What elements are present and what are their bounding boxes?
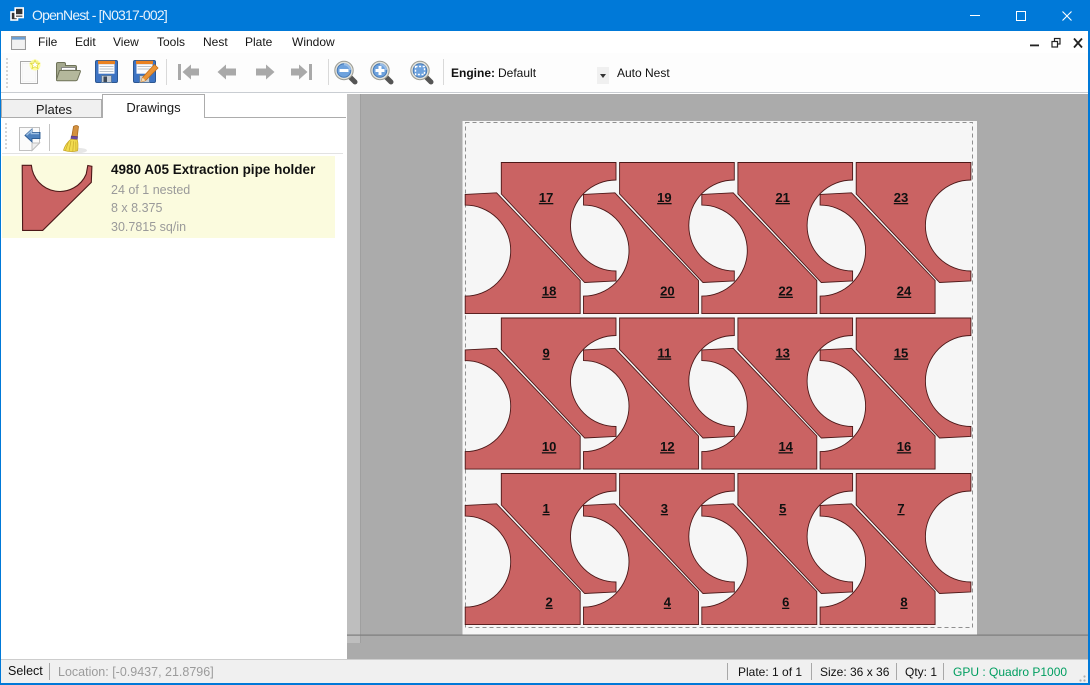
svg-text:17: 17 xyxy=(539,190,553,205)
svg-text:1: 1 xyxy=(542,501,549,516)
svg-text:13: 13 xyxy=(775,346,789,361)
svg-text:6: 6 xyxy=(782,595,789,610)
svg-text:8: 8 xyxy=(900,595,907,610)
svg-text:7: 7 xyxy=(897,501,904,516)
svg-text:23: 23 xyxy=(894,190,908,205)
svg-text:19: 19 xyxy=(657,190,671,205)
svg-text:12: 12 xyxy=(660,439,674,454)
svg-text:11: 11 xyxy=(658,346,672,361)
svg-text:3: 3 xyxy=(661,501,668,516)
svg-text:2: 2 xyxy=(545,595,552,610)
svg-text:14: 14 xyxy=(778,439,793,454)
svg-text:16: 16 xyxy=(897,439,911,454)
svg-text:15: 15 xyxy=(894,346,908,361)
svg-text:5: 5 xyxy=(779,501,786,516)
svg-text:20: 20 xyxy=(660,284,674,299)
svg-text:24: 24 xyxy=(897,284,912,299)
svg-text:9: 9 xyxy=(542,346,549,361)
svg-text:4: 4 xyxy=(664,595,672,610)
svg-text:10: 10 xyxy=(542,439,556,454)
svg-text:21: 21 xyxy=(775,190,789,205)
svg-text:22: 22 xyxy=(778,284,792,299)
svg-text:18: 18 xyxy=(542,284,556,299)
